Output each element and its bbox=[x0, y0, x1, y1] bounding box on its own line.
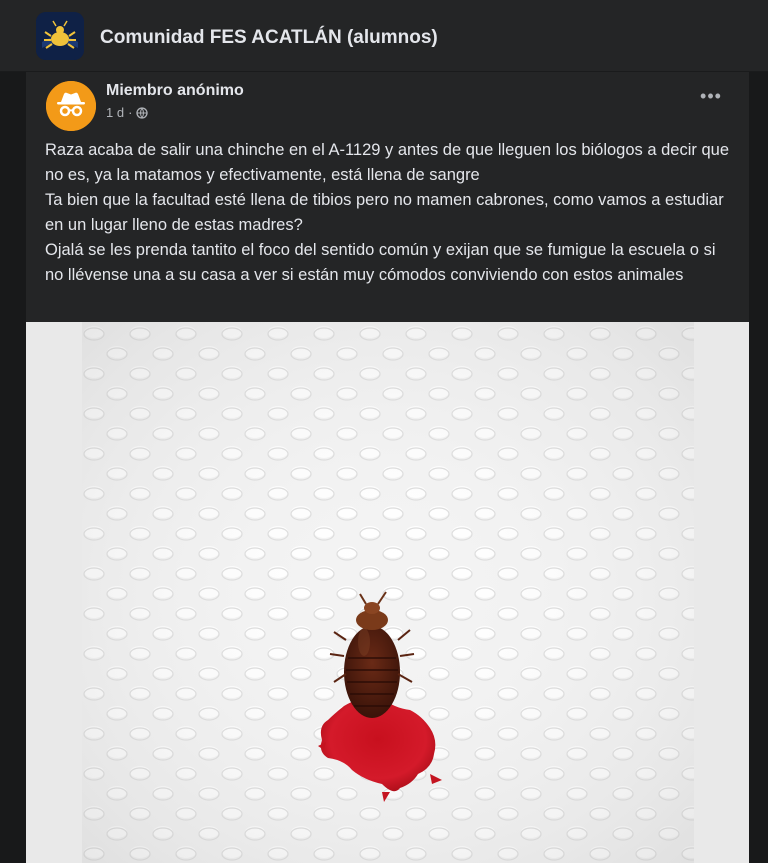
post-card: Miembro anónimo 1 d · ••• Raza acaba de … bbox=[26, 72, 749, 863]
post-paragraph: Raza acaba de salir una chinche en el A-… bbox=[45, 141, 730, 184]
anonymous-avatar[interactable] bbox=[46, 81, 96, 131]
post-photo[interactable] bbox=[82, 322, 694, 863]
incognito-icon bbox=[46, 81, 96, 131]
post-paragraph: Ta bien que la facultad esté llena de ti… bbox=[45, 191, 724, 234]
post-paragraph: Ojalá se les prenda tantito el foco del … bbox=[45, 241, 716, 284]
group-name[interactable]: Comunidad FES ACATLÁN (alumnos) bbox=[100, 26, 438, 50]
post-text: Raza acaba de salir una chinche en el A-… bbox=[45, 138, 735, 288]
post-photo-container[interactable] bbox=[26, 322, 749, 863]
post-time[interactable]: 1 d bbox=[106, 104, 124, 122]
more-options-button[interactable]: ••• bbox=[697, 86, 725, 110]
meta-separator: · bbox=[128, 105, 133, 120]
globe-icon bbox=[136, 107, 149, 119]
post-meta: 1 d · bbox=[106, 104, 149, 122]
group-header: Comunidad FES ACATLÁN (alumnos) bbox=[0, 0, 768, 72]
post-author[interactable]: Miembro anónimo bbox=[106, 81, 244, 101]
group-logo-icon[interactable] bbox=[36, 12, 84, 60]
